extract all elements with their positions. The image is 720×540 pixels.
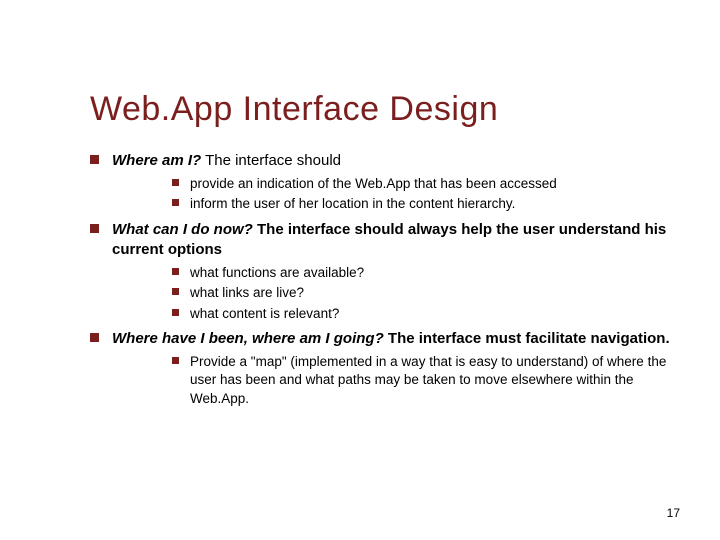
sub-bullet-item: provide an indication of the Web.App tha… [172, 175, 670, 193]
slide: Web.App Interface Design Where am I? The… [0, 0, 720, 540]
bullet-text: The interface must facilitate navigation… [384, 330, 670, 347]
sub-bullet-item: what functions are available? [172, 264, 670, 282]
slide-title: Web.App Interface Design [90, 90, 670, 129]
sub-bullet-item: Provide a "map" (implemented in a way th… [172, 353, 670, 408]
bullet-item: Where have I been, where am I going? The… [90, 329, 670, 408]
sub-bullet-item: what links are live? [172, 284, 670, 302]
sub-bullet-list: what functions are available? what links … [172, 264, 670, 323]
bullet-emphasis: Where have I been, where am I going? [112, 330, 384, 347]
bullet-item: Where am I? The interface should provide … [90, 151, 670, 214]
page-number: 17 [667, 506, 680, 520]
bullet-item: What can I do now? The interface should … [90, 220, 670, 323]
bullet-emphasis: What can I do now? [112, 221, 253, 238]
sub-bullet-list: Provide a "map" (implemented in a way th… [172, 353, 670, 408]
bullet-list: Where am I? The interface should provide … [90, 151, 670, 408]
sub-bullet-item: what content is relevant? [172, 305, 670, 323]
bullet-emphasis: Where am I? [112, 152, 201, 169]
sub-bullet-list: provide an indication of the Web.App tha… [172, 175, 670, 213]
sub-bullet-item: inform the user of her location in the c… [172, 195, 670, 213]
bullet-text: The interface should [201, 152, 341, 169]
